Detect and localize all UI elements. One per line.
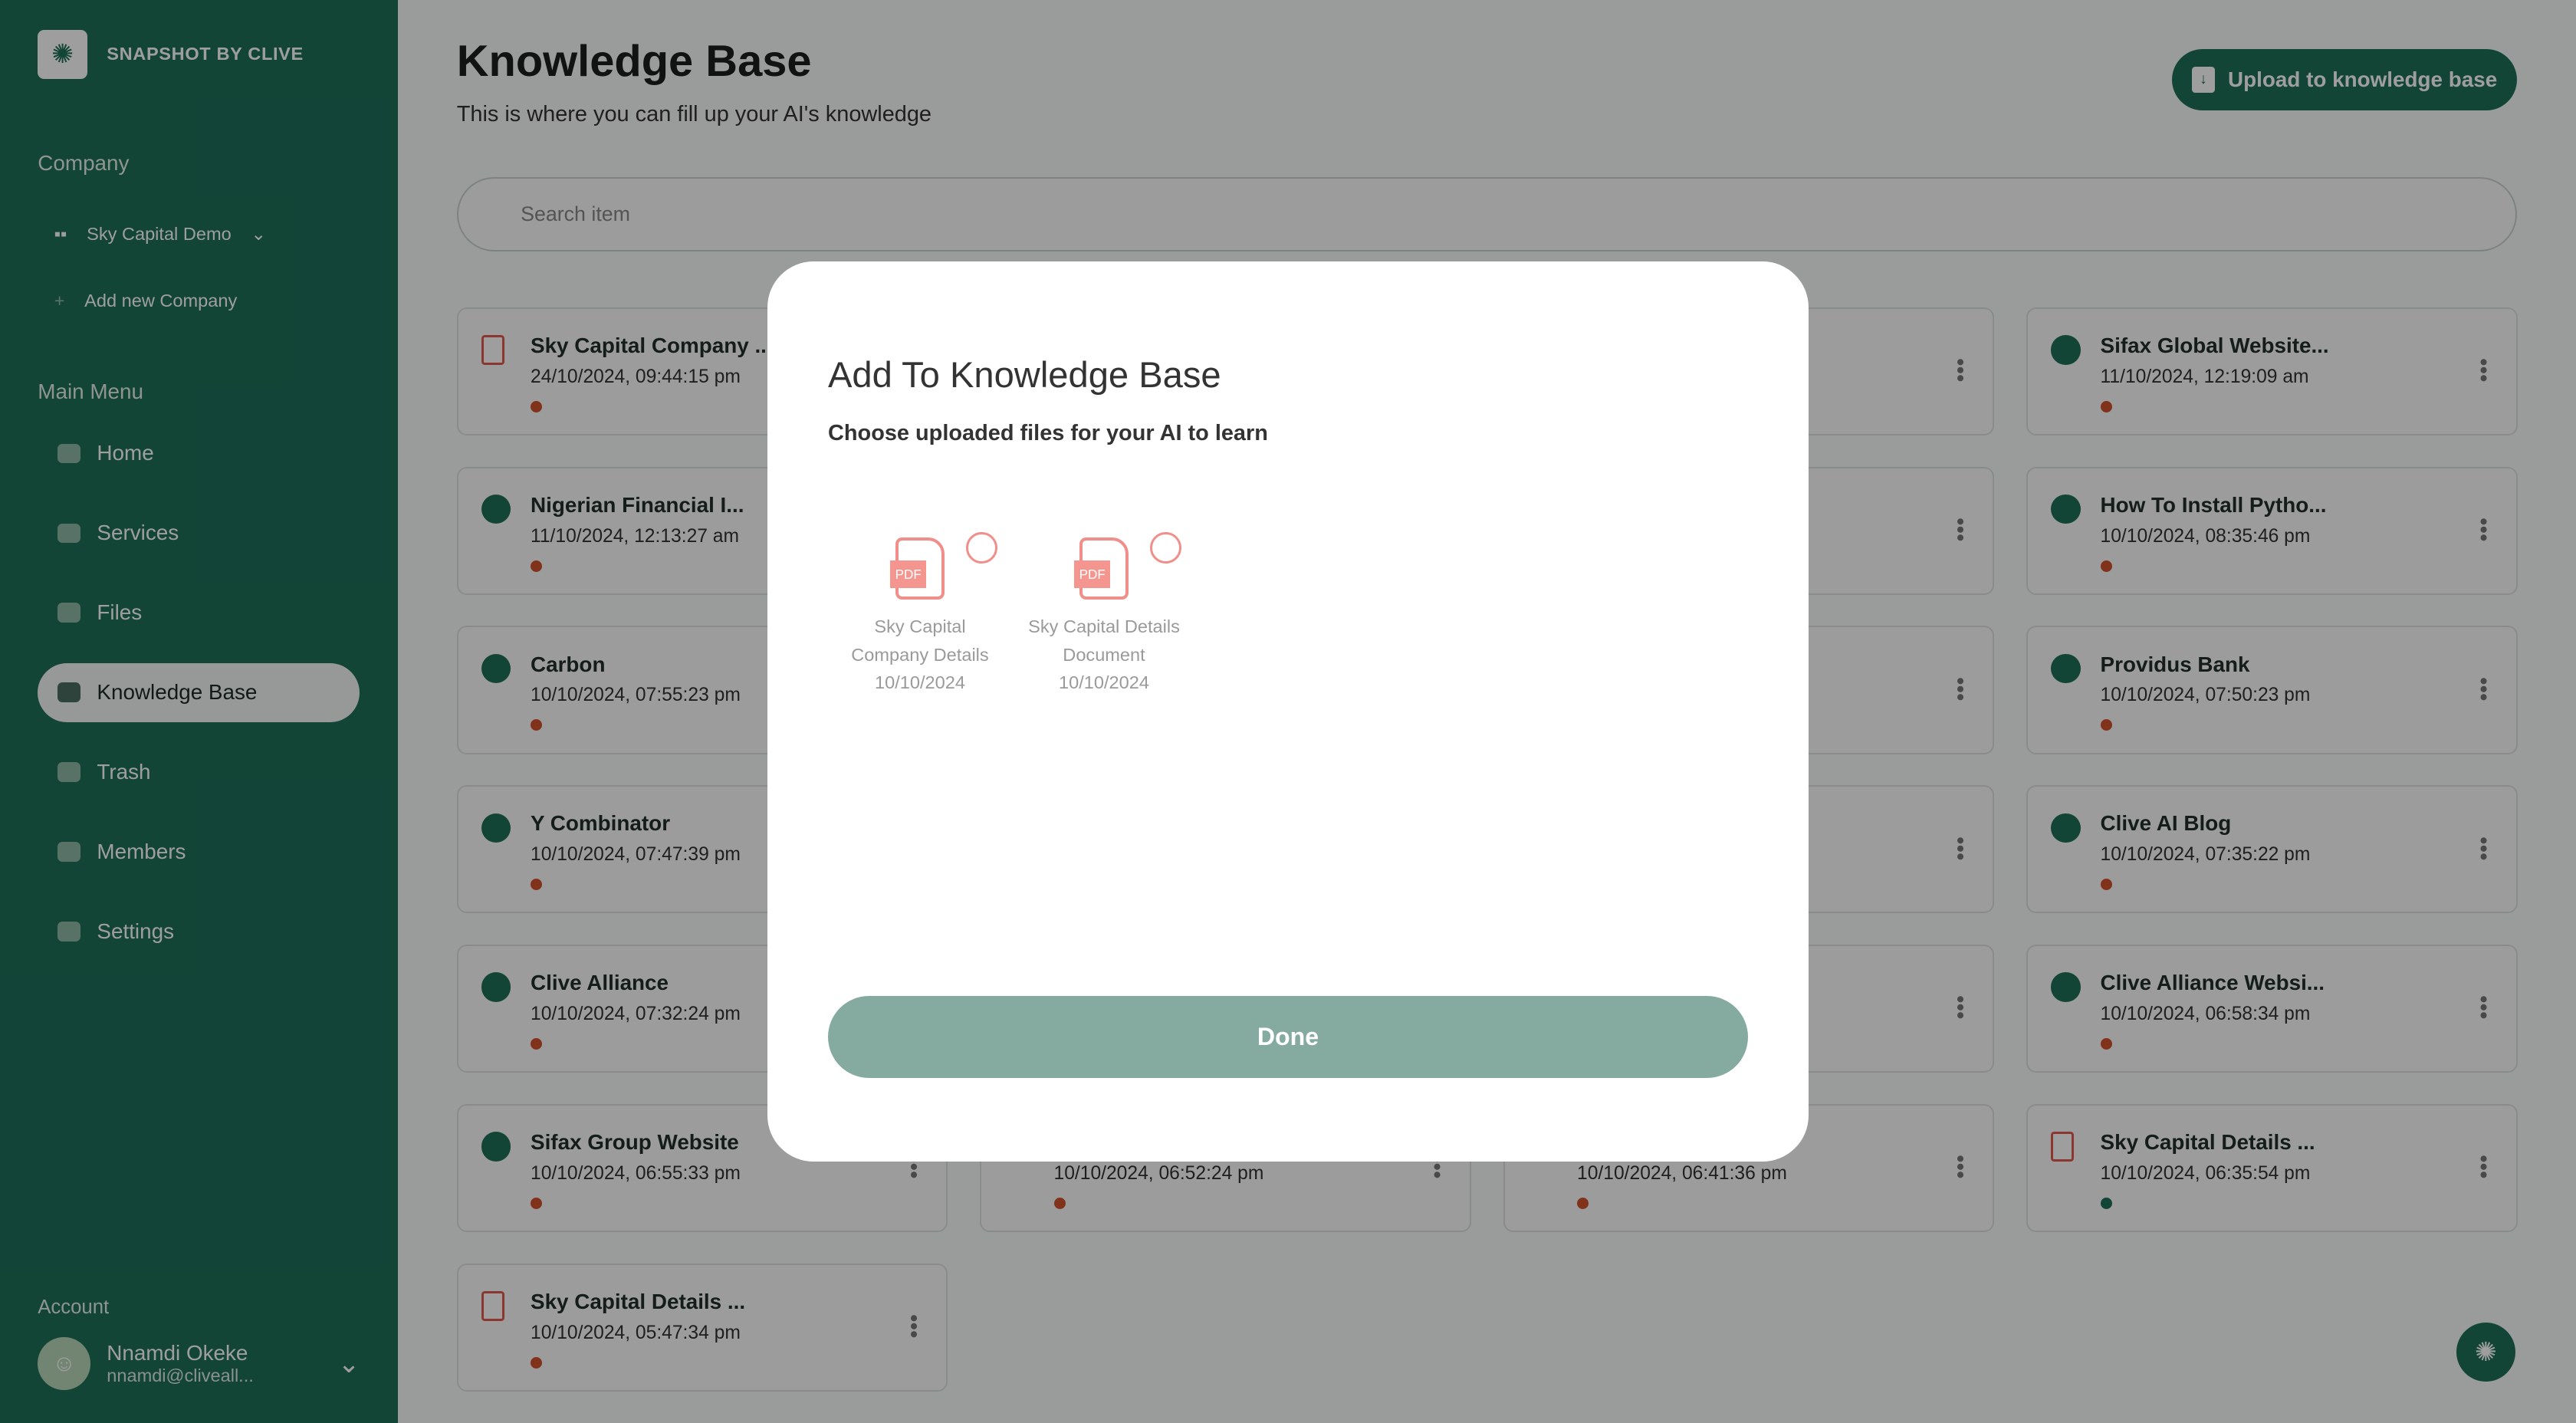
file-option[interactable]: PDF Sky Capital Company Details 10/10/2024 (838, 532, 1002, 696)
pdf-badge: PDF (890, 560, 927, 589)
pdf-badge: PDF (1074, 560, 1111, 589)
file-name: Sky Capital Company Details (851, 616, 989, 665)
modal-subtitle: Choose uploaded files for your AI to lea… (828, 420, 1268, 445)
pdf-file-icon: PDF (1074, 537, 1129, 600)
pdf-file-icon: PDF (890, 537, 945, 600)
modal-title: Add To Knowledge Base (828, 353, 1221, 395)
select-radio[interactable] (1150, 532, 1181, 564)
add-to-knowledge-base-modal: Add To Knowledge Base Choose uploaded fi… (767, 261, 1809, 1162)
file-date: 10/10/2024 (875, 672, 965, 693)
done-button[interactable]: Done (828, 995, 1749, 1078)
file-option[interactable]: PDF Sky Capital Details Document 10/10/202… (1022, 532, 1186, 696)
select-radio[interactable] (966, 532, 997, 564)
file-date: 10/10/2024 (1059, 672, 1149, 693)
file-name: Sky Capital Details Document (1028, 616, 1180, 665)
